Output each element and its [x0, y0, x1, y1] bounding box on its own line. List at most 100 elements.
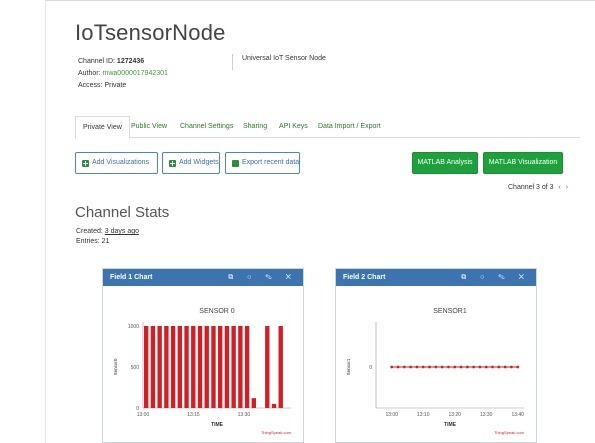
- y-tick-label: 0: [369, 365, 372, 371]
- series-point: [497, 365, 501, 369]
- tab-channel-settings[interactable]: Channel Settings: [173, 116, 240, 139]
- bar-mark: [204, 326, 209, 408]
- series-point: [402, 365, 406, 369]
- add-widgets-button[interactable]: Add Widgets: [162, 152, 220, 174]
- page-top-border: [45, 0, 595, 1]
- x-tick-label: 13:30: [480, 412, 493, 418]
- series-point: [409, 365, 413, 369]
- add-widgets-label: Add Widgets: [179, 159, 219, 166]
- field-2-chart-title: Field 2 Chart: [343, 274, 386, 281]
- x-axis-label: TIME: [211, 422, 224, 428]
- channel-stats-title: Channel Stats: [75, 204, 170, 221]
- field-2-chart-actions[interactable]: ⧉ ○ ✎ ✕: [461, 269, 530, 286]
- channel-tabs: Private View Public View Channel Setting…: [75, 116, 580, 139]
- x-tick-label: 13:00: [385, 412, 398, 418]
- y-axis-label: Sensor1: [346, 358, 351, 375]
- channel-title: IoTsensorNode: [75, 20, 226, 45]
- tab-sharing[interactable]: Sharing: [236, 116, 274, 139]
- tab-api-keys[interactable]: API Keys: [272, 116, 315, 139]
- series-point: [478, 365, 482, 369]
- series-point: [510, 365, 513, 369]
- x-tick-label: 13:40: [511, 412, 524, 418]
- field-1-chart-title: Field 1 Chart: [110, 274, 153, 281]
- y-tick-label: 500: [131, 365, 140, 371]
- series-point: [447, 365, 450, 369]
- add-visualizations-button[interactable]: Add Visualizations: [75, 152, 158, 174]
- bar-mark: [278, 326, 283, 408]
- bar-mark: [271, 403, 277, 408]
- prev-channel-icon[interactable]: ‹: [559, 184, 561, 191]
- bar-mark: [231, 326, 236, 408]
- x-tick-label: 13:20: [448, 412, 461, 418]
- created-label: Created:: [76, 228, 105, 235]
- channel-meta: Channel ID: 1272436 Author: mwa000001794…: [78, 56, 168, 92]
- pager-text: Channel 3 of 3: [508, 184, 554, 191]
- bar-mark: [265, 326, 270, 408]
- chart-title: SENSOR 0: [199, 308, 235, 315]
- x-tick-label: 13:10: [417, 412, 430, 418]
- field-2-chart-panel: Field 2 Chart ⧉ ○ ✎ ✕ SENSOR1 0 13:00 13:10…: [335, 268, 537, 443]
- export-recent-data-button[interactable]: Export recent data: [225, 152, 300, 174]
- channel-description: Universal IoT Sensor Node: [242, 55, 326, 62]
- field-1-chart-actions[interactable]: ⧉ ○ ✎ ✕: [228, 269, 297, 286]
- x-tick-label: 13:00: [137, 412, 150, 418]
- chart-title: SENSOR1: [433, 308, 467, 315]
- created-row: Created: 3 days ago: [76, 227, 139, 237]
- channel-id-row: Channel ID: 1272436: [78, 56, 168, 68]
- channel-id-value: 1272436: [116, 58, 145, 65]
- x-axis-label: TIME: [444, 422, 457, 428]
- series-point: [453, 365, 457, 369]
- bar-mark: [184, 326, 189, 408]
- created-value: 3 days ago: [104, 228, 140, 235]
- series-point: [491, 365, 494, 369]
- export-label: Export recent data: [242, 159, 300, 166]
- add-visualizations-label: Add Visualizations: [92, 159, 150, 166]
- author-label: Author:: [78, 70, 103, 77]
- plus-icon: [169, 160, 176, 167]
- field-1-chart-panel: Field 1 Chart ⧉ ○ ✎ ✕ SENSOR 0 0 500 1000 13…: [102, 268, 304, 443]
- chart-credit: ThingSpeak.com: [261, 430, 292, 435]
- bar-mark: [191, 326, 196, 408]
- field-2-chart-header: Field 2 Chart ⧉ ○ ✎ ✕: [336, 269, 536, 286]
- channel-pager: Channel 3 of 3 ‹ ›: [508, 184, 568, 191]
- author-link[interactable]: mwa0000017942301: [103, 70, 168, 77]
- export-icon: [232, 160, 239, 167]
- bar-mark: [211, 326, 216, 408]
- chart-credit: ThingSpeak.com: [494, 430, 525, 435]
- bar-mark: [177, 326, 183, 408]
- bar-mark: [157, 326, 162, 408]
- next-channel-icon[interactable]: ›: [566, 184, 568, 191]
- series-point: [465, 365, 469, 369]
- matlab-analysis-button[interactable]: MATLAB Analysis: [412, 152, 478, 174]
- matlab-visualization-button[interactable]: MATLAB Visualization: [483, 152, 563, 174]
- meta-divider: [232, 54, 233, 70]
- y-tick-label: 1000: [128, 324, 139, 330]
- bar-mark: [144, 326, 149, 408]
- bar-mark: [197, 326, 203, 408]
- bar-mark: [170, 326, 176, 408]
- tab-public-view[interactable]: Public View: [124, 116, 174, 139]
- access-row: Access: Private: [78, 82, 127, 89]
- channel-id-label: Channel ID:: [78, 58, 117, 65]
- tab-private-view[interactable]: Private View: [75, 116, 130, 139]
- x-tick-label: 13:30: [238, 412, 251, 418]
- entries-row: Entries: 21: [76, 238, 110, 245]
- field-2-chart: SENSOR1 0 13:00 13:10 13:20 13:30 13:40 TIME Sen…: [346, 308, 525, 435]
- series-point: [484, 365, 488, 369]
- plus-icon: [82, 160, 89, 167]
- series-point: [390, 365, 394, 369]
- field-1-chart: SENSOR 00500100013:00 13:15 13:30TIMESenso…: [113, 308, 292, 435]
- bar-mark: [251, 398, 257, 408]
- channel-stats-meta: Created: 3 days ago Entries: 21: [76, 227, 139, 247]
- page-left-border: [45, 0, 46, 443]
- bar-mark: [244, 326, 250, 408]
- field-1-chart-header: Field 1 Chart ⧉ ○ ✎ ✕: [103, 269, 303, 286]
- x-tick-label: 13:15: [187, 412, 200, 418]
- tab-data-import-export[interactable]: Data Import / Export: [311, 116, 388, 139]
- bar-mark: [150, 326, 156, 408]
- bar-mark: [224, 326, 230, 408]
- y-axis-label: Sensor0: [113, 358, 118, 375]
- bar-mark: [218, 326, 223, 408]
- bar-mark: [238, 326, 243, 408]
- series-point: [503, 365, 507, 369]
